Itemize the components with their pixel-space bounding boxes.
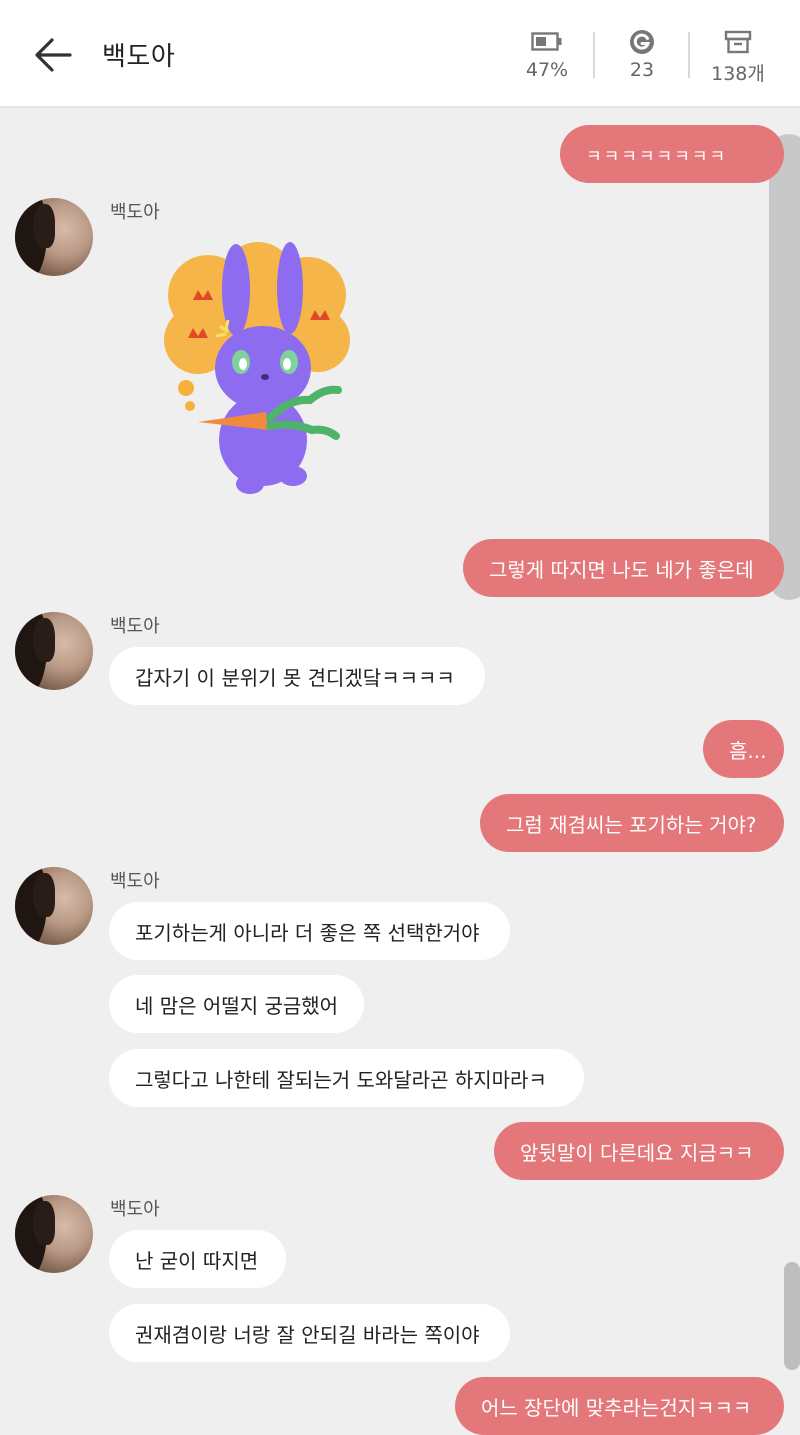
avatar-hair-strand [33,873,55,917]
their-message-bubble[interactable]: 네 맘은 어떨지 궁금했어 [109,975,364,1033]
battery-value: 47% [525,59,569,81]
sender-name: 백도아 [110,871,160,892]
my-message-bubble[interactable]: 어느 장단에 맞추라는건지ㅋㅋㅋ [455,1377,784,1435]
avatar[interactable] [15,198,93,276]
their-message-bubble[interactable]: 그렇다고 나한테 잘되는거 도와달라곤 하지마라ㅋ [109,1049,584,1107]
my-message-bubble[interactable]: 그럼 재겸씨는 포기하는 거야? [480,794,784,852]
scrollbar-thumb-secondary[interactable] [784,1262,800,1370]
their-message-bubble[interactable]: 포기하는게 아니라 더 좋은 쪽 선택한거야 [109,902,510,960]
my-message-bubble[interactable]: ㅋㅋㅋㅋㅋㅋㅋㅋ [560,125,784,183]
their-message-bubble[interactable]: 갑자기 이 분위기 못 견디겠닼ㅋㅋㅋㅋ [109,647,485,705]
my-message-bubble[interactable]: 앞뒷말이 다른데요 지금ㅋㅋ [494,1122,784,1180]
battery-stat[interactable]: 47% [507,28,587,81]
scrollbar-thumb[interactable] [769,134,800,600]
chat-header: 백도아 47% 23 138개 [0,0,800,108]
sender-name: 백도아 [110,616,160,637]
their-message-bubble[interactable]: 권재겸이랑 너랑 잘 안되길 바라는 쪽이야 [109,1304,510,1362]
back-arrow-icon[interactable] [30,32,76,78]
avatar[interactable] [15,612,93,690]
archive-stat[interactable]: 138개 [698,28,778,86]
coin-value: 23 [629,59,655,81]
rabbit-sticker[interactable] [158,240,358,508]
chat-title: 백도아 [102,42,176,72]
battery-icon [507,28,587,56]
avatar-hair-strand [33,204,55,248]
sender-name: 백도아 [110,202,160,223]
g-coin-icon [602,28,682,56]
their-message-bubble[interactable]: 난 굳이 따지면 [109,1230,286,1288]
coin-stat[interactable]: 23 [602,28,682,81]
archive-value: 138개 [711,63,765,85]
my-message-bubble[interactable]: 그렇게 따지면 나도 네가 좋은데 [463,539,784,597]
avatar[interactable] [15,1195,93,1273]
header-divider [688,32,690,78]
archive-box-icon [698,28,778,56]
sender-name: 백도아 [110,1199,160,1220]
header-divider [593,32,595,78]
avatar-hair-strand [33,1201,55,1245]
avatar[interactable] [15,867,93,945]
my-message-bubble[interactable]: 흠... [703,720,784,778]
avatar-hair-strand [33,618,55,662]
